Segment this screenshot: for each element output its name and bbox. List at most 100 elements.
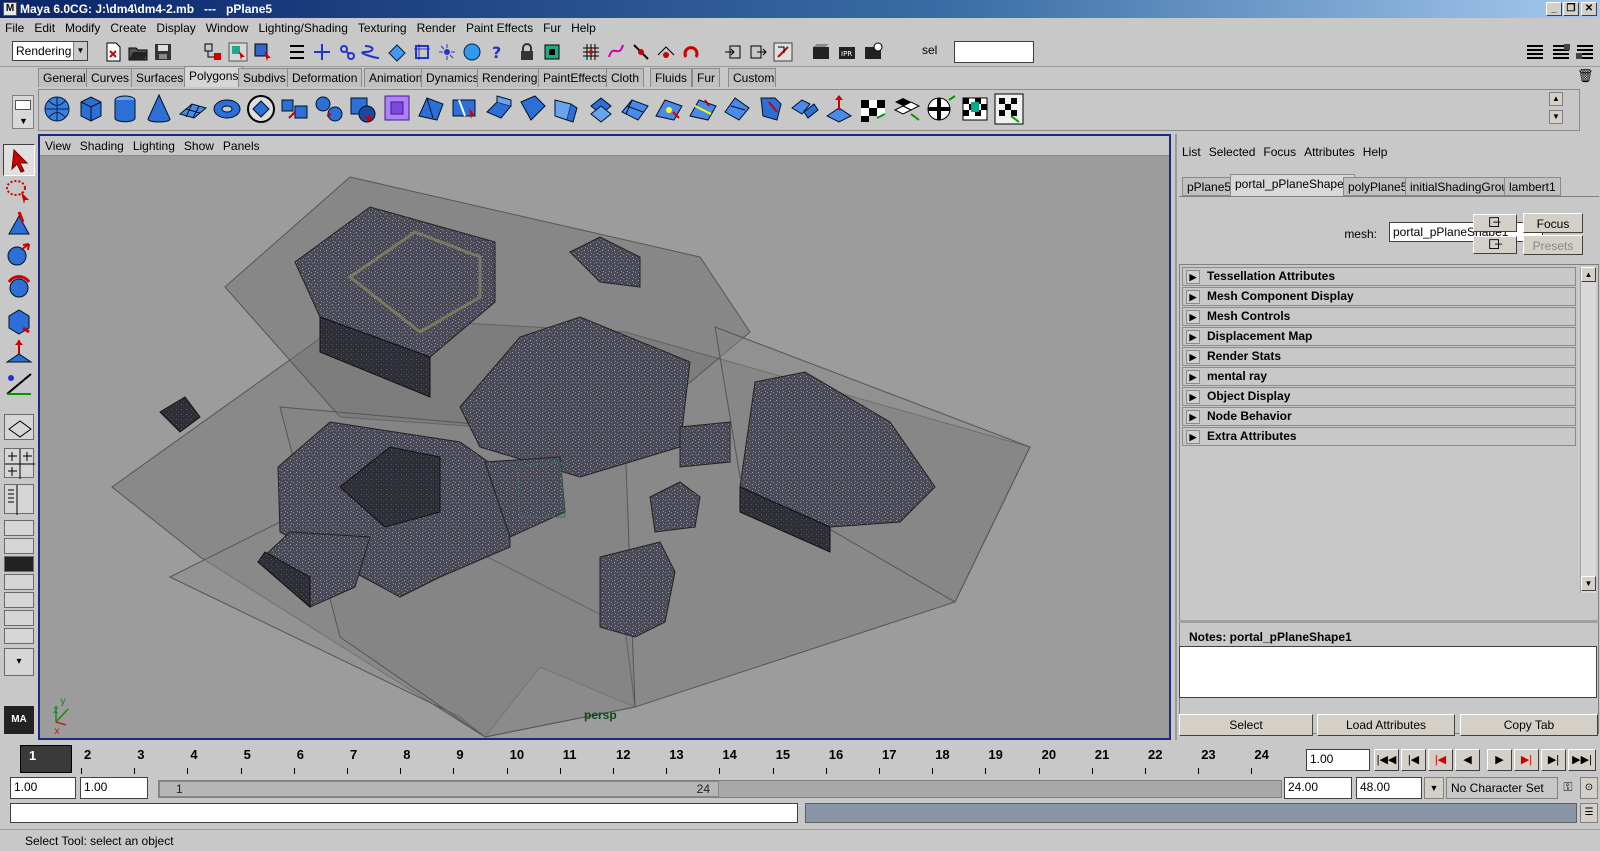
poly-collapse-icon[interactable] bbox=[721, 92, 753, 126]
range-slider[interactable]: 1 24 bbox=[158, 780, 1282, 798]
ae-menu-list[interactable]: List bbox=[1177, 144, 1204, 160]
shelf-tab-painteffects[interactable]: PaintEffects bbox=[538, 68, 612, 87]
shelf-scroll-up-icon[interactable]: ▲ bbox=[1549, 92, 1563, 106]
show-tool-settings-icon[interactable] bbox=[1574, 41, 1596, 63]
select-dynamics-icon[interactable] bbox=[436, 41, 458, 63]
scale-tool-icon[interactable] bbox=[3, 304, 35, 336]
section-displacement-map[interactable]: ▶ Displacement Map bbox=[1182, 327, 1576, 346]
ae-tab-pplane5[interactable]: pPlane5 bbox=[1182, 177, 1237, 196]
ae-tab-portal-pplaneshape1[interactable]: portal_pPlaneShape1 bbox=[1230, 174, 1356, 196]
mesh-name-field[interactable]: portal_pPlaneShape1 bbox=[1389, 222, 1543, 242]
poly-duplicate-face-icon[interactable] bbox=[585, 92, 617, 126]
expand-arrow-icon[interactable]: ▶ bbox=[1186, 270, 1200, 284]
section-mesh-controls[interactable]: ▶ Mesh Controls bbox=[1182, 307, 1576, 326]
select-curves-icon[interactable] bbox=[361, 41, 383, 63]
hypershade-layout-icon[interactable] bbox=[4, 538, 34, 554]
step-forward-frame-icon[interactable]: ▶| bbox=[1514, 749, 1539, 771]
start-time-field[interactable]: 1.00 bbox=[10, 777, 76, 799]
highlight-selection-icon[interactable] bbox=[541, 41, 563, 63]
select-hierarchy-icon[interactable] bbox=[202, 41, 224, 63]
save-scene-icon[interactable] bbox=[152, 41, 174, 63]
presets-button[interactable]: Presets bbox=[1523, 235, 1583, 255]
render-view-icon[interactable] bbox=[810, 41, 832, 63]
load-attributes-button[interactable]: Load Attributes bbox=[1317, 714, 1455, 736]
shelf-tab-dynamics[interactable]: Dynamics bbox=[421, 68, 484, 87]
shelf-tab-general[interactable]: General bbox=[38, 68, 91, 87]
new-scene-icon[interactable] bbox=[102, 41, 124, 63]
shelf-tab-fur[interactable]: Fur bbox=[692, 68, 720, 87]
persp-hypershade-layout-icon[interactable] bbox=[4, 556, 34, 572]
close-icon[interactable]: ✕ bbox=[1581, 2, 1597, 16]
attribute-scrollbar[interactable]: ▲ ▼ bbox=[1580, 267, 1596, 593]
poly-extrude-edge-icon[interactable] bbox=[483, 92, 515, 126]
scene-geometry[interactable]: y z x bbox=[40, 157, 1169, 738]
shelf-tab-rendering[interactable]: Rendering bbox=[477, 68, 543, 87]
shelf-tab-subdivs[interactable]: Subdivs bbox=[238, 68, 291, 87]
snap-view-plane-icon[interactable] bbox=[655, 41, 677, 63]
maya-app-icon[interactable]: M bbox=[3, 2, 17, 16]
current-time-field[interactable]: 1.00 bbox=[1306, 749, 1370, 771]
select-surfaces-icon[interactable] bbox=[386, 41, 408, 63]
select-misc-icon[interactable]: ? bbox=[486, 41, 508, 63]
show-attribute-editor-icon[interactable] bbox=[1550, 41, 1572, 63]
go-to-output-icon[interactable] bbox=[1473, 236, 1517, 254]
select-deformations-icon[interactable] bbox=[411, 41, 433, 63]
outliner-layout-icon[interactable] bbox=[4, 610, 34, 626]
menu-edit[interactable]: Edit bbox=[29, 18, 60, 36]
ae-menu-selected[interactable]: Selected bbox=[1204, 144, 1259, 160]
output-connections-icon[interactable] bbox=[747, 41, 769, 63]
layout-options-icon[interactable]: ▾ bbox=[4, 648, 34, 676]
uv-texture-editor-icon[interactable] bbox=[993, 92, 1025, 126]
select-tool-icon[interactable] bbox=[3, 144, 35, 176]
checker-map-icon[interactable] bbox=[857, 92, 889, 126]
current-frame-marker[interactable]: 1 bbox=[20, 745, 72, 773]
section-mesh-component-display[interactable]: ▶ Mesh Component Display bbox=[1182, 287, 1576, 306]
go-to-end-icon[interactable]: ▶▶| bbox=[1568, 749, 1596, 771]
focus-button[interactable]: Focus bbox=[1523, 213, 1583, 233]
step-back-frame-icon[interactable]: |◀ bbox=[1428, 749, 1453, 771]
ae-tab-polyplane5[interactable]: polyPlane5 bbox=[1343, 177, 1413, 196]
step-forward-key-icon[interactable]: ▶| bbox=[1541, 749, 1566, 771]
planar-map-icon[interactable] bbox=[891, 92, 923, 126]
section-render-stats[interactable]: ▶ Render Stats bbox=[1182, 347, 1576, 366]
menu-set-select[interactable]: Rendering ▼ bbox=[12, 41, 88, 61]
poly-wedge-face-icon[interactable] bbox=[517, 92, 549, 126]
snap-curve-icon[interactable] bbox=[605, 41, 627, 63]
poly-separate-icon[interactable] bbox=[313, 92, 345, 126]
render-globals-icon[interactable] bbox=[862, 41, 884, 63]
ae-menu-focus[interactable]: Focus bbox=[1258, 144, 1299, 160]
ae-menu-attributes[interactable]: Attributes bbox=[1299, 144, 1358, 160]
menu-render[interactable]: Render bbox=[412, 18, 461, 36]
menu-paint-effects[interactable]: Paint Effects bbox=[461, 18, 538, 36]
section-tessellation-attributes[interactable]: ▶ Tessellation Attributes bbox=[1182, 267, 1576, 286]
menu-file[interactable]: File bbox=[0, 18, 29, 36]
shelf-tab-deformation[interactable]: Deformation bbox=[287, 68, 363, 87]
poly-extrude-face-icon[interactable] bbox=[415, 92, 447, 126]
select-button[interactable]: Select bbox=[1179, 714, 1313, 736]
shelf-tab-surfaces[interactable]: Surfaces bbox=[131, 68, 189, 87]
script-editor-icon[interactable]: ☰ bbox=[1580, 803, 1598, 823]
play-forwards-icon[interactable]: ▶ bbox=[1487, 749, 1512, 771]
time-slider[interactable]: 1 2 3 4 5 6 7 8 9 10 11 12 13 14 15 16 17 18 19 20 21 22 23 24 bbox=[0, 744, 1300, 774]
menu-display[interactable]: Display bbox=[151, 18, 200, 36]
soft-modification-icon[interactable] bbox=[3, 368, 35, 400]
poly-torus-icon[interactable] bbox=[211, 92, 243, 126]
minimize-icon[interactable]: _ bbox=[1546, 2, 1562, 16]
scroll-down-icon[interactable]: ▼ bbox=[1581, 576, 1596, 591]
go-to-input-icon[interactable] bbox=[1473, 214, 1517, 232]
playback-end-field[interactable]: 24.00 bbox=[1284, 777, 1352, 799]
shelf-tab-polygons[interactable]: Polygons bbox=[184, 66, 244, 87]
menu-help[interactable]: Help bbox=[566, 18, 601, 36]
select-joints-icon[interactable] bbox=[336, 41, 358, 63]
poly-smooth-icon[interactable] bbox=[619, 92, 651, 126]
restore-icon[interactable]: ❐ bbox=[1563, 2, 1579, 16]
expand-arrow-icon[interactable]: ▶ bbox=[1186, 310, 1200, 324]
menu-window[interactable]: Window bbox=[201, 18, 254, 36]
viewport-menu-panels[interactable]: Panels bbox=[218, 136, 264, 154]
lock-selection-icon[interactable] bbox=[516, 41, 538, 63]
section-node-behavior[interactable]: ▶ Node Behavior bbox=[1182, 407, 1576, 426]
ae-menu-help[interactable]: Help bbox=[1358, 144, 1391, 160]
viewport-menu-shading[interactable]: Shading bbox=[75, 136, 128, 154]
poly-split-edge-icon[interactable] bbox=[687, 92, 719, 126]
poly-combine-icon[interactable] bbox=[279, 92, 311, 126]
